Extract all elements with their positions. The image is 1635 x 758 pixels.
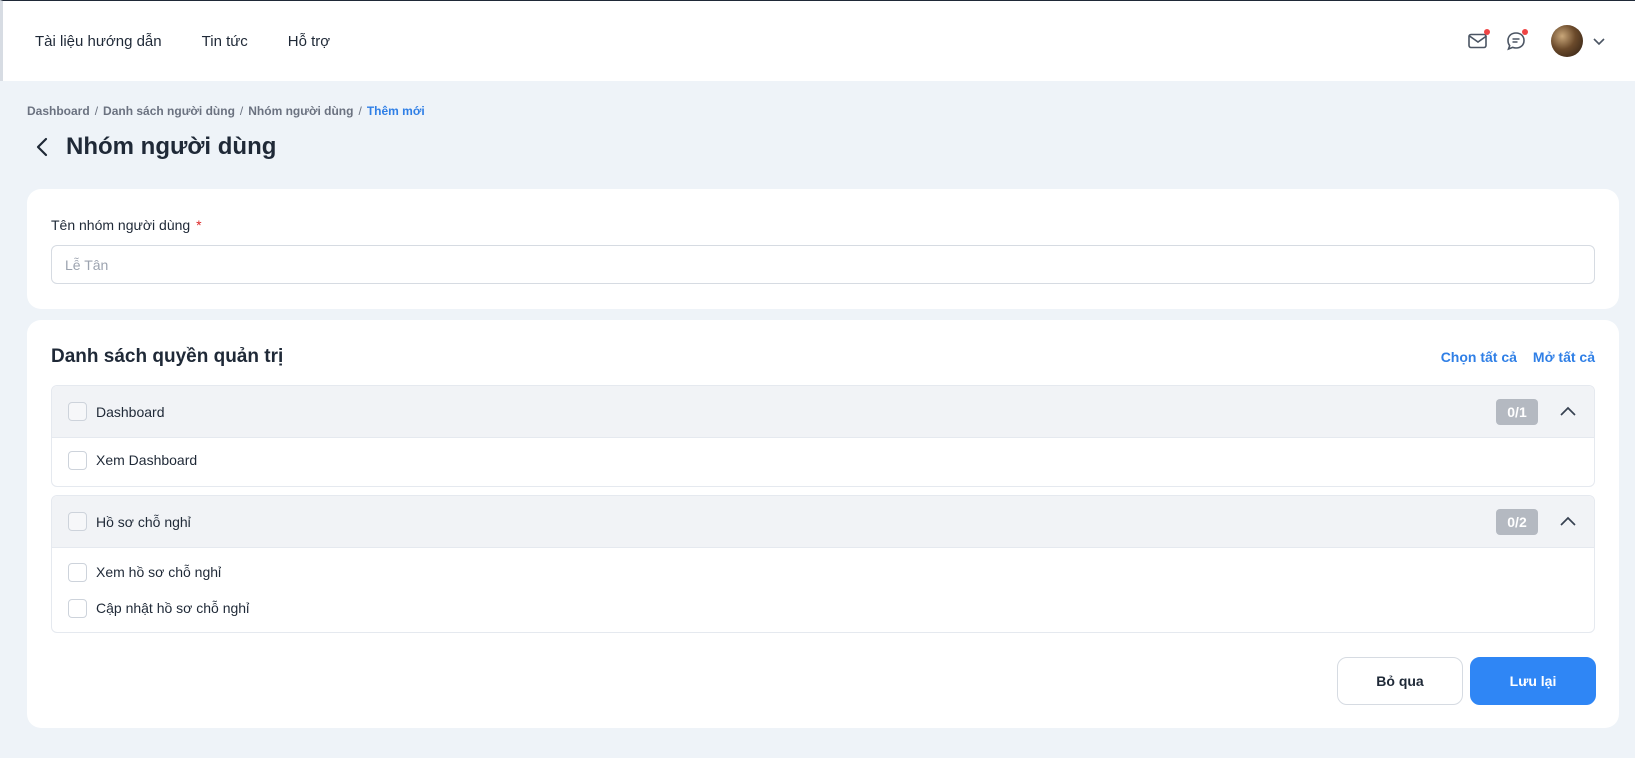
permission-group-header: Hồ sơ chỗ nghỉ 0/2 [52, 496, 1594, 548]
count-badge: 0/2 [1496, 509, 1538, 535]
group-checkbox[interactable] [68, 512, 87, 531]
breadcrumb-dashboard[interactable]: Dashboard [27, 104, 90, 118]
permission-label: Cập nhật hồ sơ chỗ nghỉ [96, 600, 250, 616]
group-name: Hồ sơ chỗ nghỉ [96, 513, 191, 530]
nav-docs[interactable]: Tài liệu hướng dẫn [35, 33, 162, 50]
select-all-link[interactable]: Chọn tất cả [1441, 349, 1517, 365]
chevron-down-icon[interactable] [1591, 33, 1607, 49]
breadcrumb-separator: / [239, 104, 244, 118]
group-name: Dashboard [96, 403, 165, 420]
permission-checkbox[interactable] [68, 450, 87, 470]
group-name-label: Tên nhóm người dùng * [51, 217, 202, 233]
chevron-up-icon[interactable] [1556, 400, 1580, 424]
breadcrumb-user-groups[interactable]: Nhóm người dùng [248, 104, 353, 118]
top-bar: Tài liệu hướng dẫn Tin tức Hỗ trợ [0, 0, 1635, 81]
permission-list: Xem hồ sơ chỗ nghỉ Cập nhật hồ sơ chỗ ng… [52, 548, 1594, 626]
breadcrumb-current: Thêm mới [366, 104, 425, 118]
back-arrow-icon[interactable] [32, 136, 54, 158]
chevron-up-icon[interactable] [1556, 510, 1580, 534]
permission-checkbox[interactable] [68, 562, 87, 582]
count-badge: 0/1 [1496, 399, 1538, 425]
permission-item: Xem Dashboard [52, 442, 1594, 478]
permission-group-dashboard: Dashboard 0/1 Xem Dashboard [51, 385, 1595, 487]
permission-label: Xem Dashboard [96, 452, 198, 468]
group-checkbox[interactable] [68, 402, 87, 421]
chat-notification-dot [1522, 29, 1528, 35]
permissions-card: Danh sách quyền quản trị Chọn tất cả Mở … [27, 320, 1619, 728]
required-mark: * [196, 217, 202, 233]
group-name-card: Tên nhóm người dùng * [27, 189, 1619, 309]
permission-label: Xem hồ sơ chỗ nghỉ [96, 564, 222, 580]
mail-notification-dot [1484, 29, 1490, 35]
expand-all-link[interactable]: Mở tất cả [1533, 349, 1595, 365]
group-name-label-text: Tên nhóm người dùng [51, 217, 191, 233]
permission-item: Cập nhật hồ sơ chỗ nghỉ [52, 590, 1594, 626]
nav-news[interactable]: Tin tức [202, 33, 248, 50]
permission-list: Xem Dashboard [52, 438, 1594, 478]
permission-checkbox[interactable] [68, 598, 87, 618]
breadcrumb-user-list[interactable]: Danh sách người dùng [103, 104, 235, 118]
avatar[interactable] [1551, 25, 1583, 57]
breadcrumb: Dashboard / Danh sách người dùng / Nhóm … [27, 104, 425, 118]
permission-item: Xem hồ sơ chỗ nghỉ [52, 554, 1594, 590]
page-header: Nhóm người dùng [32, 133, 276, 161]
page-title: Nhóm người dùng [66, 133, 277, 160]
top-nav: Tài liệu hướng dẫn Tin tức Hỗ trợ [35, 33, 330, 50]
save-button[interactable]: Lưu lại [1470, 657, 1596, 705]
permission-group-header: Dashboard 0/1 [52, 386, 1594, 438]
permissions-title: Danh sách quyền quản trị [51, 346, 284, 367]
cancel-button[interactable]: Bỏ qua [1337, 657, 1463, 705]
permissions-actions: Chọn tất cả Mở tất cả [1441, 349, 1595, 365]
mail-icon[interactable] [1465, 28, 1491, 54]
nav-support[interactable]: Hỗ trợ [288, 33, 330, 50]
breadcrumb-separator: / [358, 104, 362, 118]
permission-group-accommodation: Hồ sơ chỗ nghỉ 0/2 Xem hồ sơ chỗ nghỉ Cậ… [51, 495, 1595, 633]
group-name-input[interactable] [51, 245, 1595, 284]
breadcrumb-separator: / [94, 104, 99, 118]
header-actions [1465, 25, 1607, 57]
chat-icon[interactable] [1503, 28, 1529, 54]
